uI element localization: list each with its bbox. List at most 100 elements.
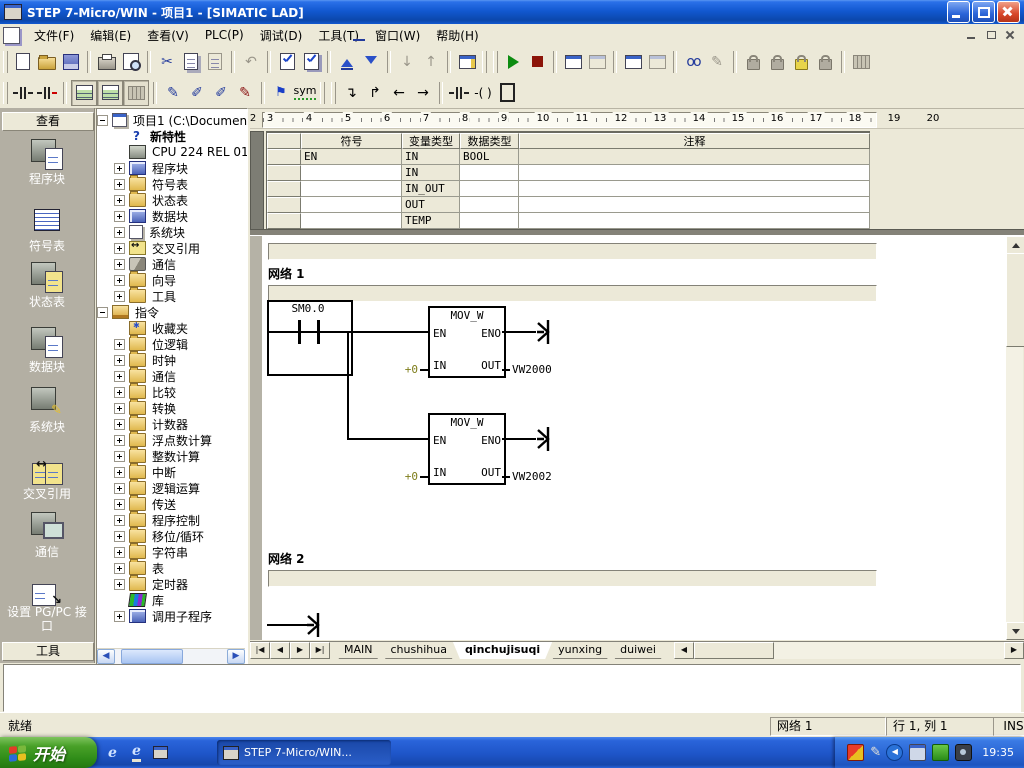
cell-comment[interactable]: [519, 149, 870, 165]
force-button[interactable]: [741, 50, 765, 74]
tree-item-program-block[interactable]: 程序块: [97, 160, 247, 176]
stop-button[interactable]: [525, 50, 549, 74]
program-status-button[interactable]: [561, 50, 585, 74]
collapse-icon[interactable]: [97, 307, 108, 318]
tree-item-shift-rotate[interactable]: 移位/循环: [97, 528, 247, 544]
tree-item-program-control[interactable]: 程序控制: [97, 512, 247, 528]
tab-first-button[interactable]: |◀: [250, 642, 270, 659]
task-button-step7[interactable]: STEP 7-Micro/WIN...: [217, 740, 391, 765]
pause-chart-status-button[interactable]: [645, 50, 669, 74]
tree-item-cross-reference[interactable]: 交叉引用: [97, 240, 247, 256]
ladder-vertical-scrollbar[interactable]: [1006, 236, 1023, 640]
tree-item-convert[interactable]: 转换: [97, 400, 247, 416]
tree-item-symbol-table[interactable]: 符号表: [97, 176, 247, 192]
mdi-close-button[interactable]: [1002, 28, 1018, 42]
internet-explorer-icon[interactable]: e: [104, 744, 121, 761]
menu-edit[interactable]: 编辑(E): [82, 25, 139, 46]
expand-icon[interactable]: [114, 531, 125, 542]
pou-edit-toggle[interactable]: [97, 80, 123, 106]
cell-datatype[interactable]: [460, 181, 519, 197]
tree-item-status-chart[interactable]: 状态表: [97, 192, 247, 208]
restore-button[interactable]: [972, 1, 995, 23]
mov-w-box-1[interactable]: MOV_W EN ENO IN OUT: [428, 306, 506, 378]
cell-datatype[interactable]: [460, 165, 519, 181]
row-header[interactable]: [267, 181, 301, 197]
bookmark-button[interactable]: ⚑: [269, 81, 293, 105]
viewbar-item-data-block[interactable]: 数据块: [0, 326, 94, 375]
cell-comment[interactable]: [519, 165, 870, 181]
scroll-left-icon[interactable]: ◀: [97, 649, 115, 664]
row-header[interactable]: [267, 197, 301, 213]
program-comment-box[interactable]: [268, 243, 877, 260]
expand-icon[interactable]: [114, 339, 125, 350]
expand-icon[interactable]: [114, 515, 125, 526]
toolbar-grip[interactable]: [3, 82, 8, 104]
tab-yunxing[interactable]: yunxing: [546, 642, 614, 659]
print-preview-button[interactable]: [119, 50, 143, 74]
tree-item-table[interactable]: 表: [97, 560, 247, 576]
coil-button[interactable]: -( ): [471, 81, 495, 105]
mdi-restore-button[interactable]: [983, 28, 999, 42]
cell-vartype[interactable]: TEMP: [402, 213, 460, 229]
tab-prev-button[interactable]: ◀: [270, 642, 290, 659]
tree-item-project[interactable]: 项目1 (C:\Documents: [97, 112, 247, 128]
tab-qinchujisuqi[interactable]: qinchujisuqi: [453, 642, 552, 659]
read-all-button[interactable]: oo: [681, 50, 705, 74]
expand-icon[interactable]: [114, 547, 125, 558]
tree-item-interrupt[interactable]: 中断: [97, 464, 247, 480]
download-button[interactable]: [359, 50, 383, 74]
expand-icon[interactable]: [114, 467, 125, 478]
tree-item-whats-new[interactable]: 新特性: [97, 128, 247, 144]
pou-view-toggle[interactable]: [71, 80, 97, 106]
collapse-icon[interactable]: [97, 115, 108, 126]
new-button[interactable]: [11, 50, 35, 74]
pen-input-icon[interactable]: ✎: [870, 745, 880, 760]
tab-chushihua[interactable]: chushihua: [379, 642, 459, 659]
viewbar-item-system-block[interactable]: ✎ 系统块: [0, 386, 94, 435]
network-status-icon[interactable]: [909, 744, 926, 761]
output-window[interactable]: [3, 664, 1021, 712]
pen-button-4[interactable]: ✎: [233, 81, 257, 105]
line-down-button[interactable]: ↴: [339, 81, 363, 105]
pen-button-2[interactable]: ✐: [185, 81, 209, 105]
paste-button[interactable]: [203, 50, 227, 74]
expand-icon[interactable]: [114, 179, 125, 190]
compile-button[interactable]: [275, 50, 299, 74]
tab-next-button[interactable]: ▶: [290, 642, 310, 659]
tree-item-clock[interactable]: 时钟: [97, 352, 247, 368]
cell-symbol[interactable]: [301, 165, 402, 181]
expand-icon[interactable]: [114, 483, 125, 494]
cell-vartype[interactable]: IN: [402, 165, 460, 181]
sort-descending-button[interactable]: ↑: [419, 50, 443, 74]
ladder-editor[interactable]: 网络 1 SM0.0 MOV_W EN ENO IN OUT +0 VW2000…: [262, 236, 1006, 640]
menu-tools[interactable]: 工具(T): [310, 25, 367, 46]
expand-icon[interactable]: [114, 291, 125, 302]
menu-help[interactable]: 帮助(H): [428, 25, 486, 46]
expand-icon[interactable]: [114, 163, 125, 174]
language-collapse-icon[interactable]: ◀: [886, 744, 903, 761]
row-header[interactable]: [267, 165, 301, 181]
menu-file[interactable]: 文件(F): [26, 25, 82, 46]
network2-comment-box[interactable]: [268, 570, 877, 587]
delete-network-button[interactable]: [35, 81, 59, 105]
tab-last-button[interactable]: ▶|: [310, 642, 330, 659]
network1-comment-box[interactable]: [268, 285, 877, 302]
viewbar-item-communications[interactable]: 通信: [0, 511, 94, 560]
cell-vartype[interactable]: IN_OUT: [402, 181, 460, 197]
expand-icon[interactable]: [114, 563, 125, 574]
scroll-left-icon[interactable]: ◀: [674, 642, 694, 659]
expand-icon[interactable]: [114, 259, 125, 270]
cell-comment[interactable]: [519, 181, 870, 197]
scrollbar-thumb[interactable]: [121, 649, 183, 664]
expand-icon[interactable]: [114, 403, 125, 414]
unforce-button[interactable]: [765, 50, 789, 74]
contact-button[interactable]: [447, 81, 471, 105]
line-left-button[interactable]: ←: [387, 81, 411, 105]
sort-ascending-button[interactable]: ↓: [395, 50, 419, 74]
minimize-button[interactable]: [947, 1, 970, 23]
tree-item-data-block[interactable]: 数据块: [97, 208, 247, 224]
pause-program-status-button[interactable]: [585, 50, 609, 74]
cell-symbol[interactable]: [301, 181, 402, 197]
scroll-down-icon[interactable]: [1006, 622, 1024, 640]
cell-comment[interactable]: [519, 197, 870, 213]
